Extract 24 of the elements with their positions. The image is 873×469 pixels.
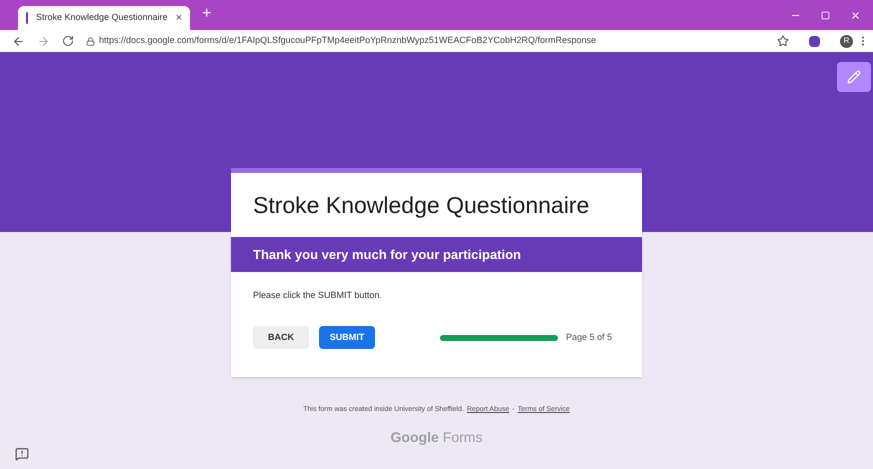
reload-icon[interactable]: [62, 35, 74, 47]
back-icon[interactable]: [12, 34, 25, 48]
tab-close[interactable]: ×: [176, 10, 182, 26]
pencil-icon: [847, 70, 861, 84]
form-title: Stroke Knowledge Questionnaire: [253, 190, 590, 220]
lock-icon: [86, 36, 95, 46]
instruction-text: Please click the SUBMIT button.: [253, 290, 382, 300]
extension-icon[interactable]: [809, 36, 820, 46]
close-icon[interactable]: [850, 10, 861, 20]
form-button[interactable]: BACK: [253, 326, 309, 349]
page-indicator: Page 5 of 5: [566, 330, 612, 344]
feedback-icon[interactable]: [15, 447, 29, 461]
logo-product: Forms: [442, 428, 482, 446]
section-title: Thank you very much for your participation: [253, 246, 521, 264]
bookmark-star-icon[interactable]: [777, 35, 789, 47]
tab-title: Stroke Knowledge Questionnaire: [36, 11, 168, 24]
logo-brand: Google: [390, 428, 439, 447]
browser-tab[interactable]: Stroke Knowledge Questionnaire ×: [18, 6, 190, 30]
address-bar-url[interactable]: https://docs.google.com/forms/d/e/1FAIpQLSfgucouPFpTMp4eeitPoYpRnznbWypz51WEACFoB2YCobH2RQ/formResponse: [99, 34, 765, 48]
edit-button[interactable]: [837, 62, 871, 92]
maximize-icon[interactable]: [821, 10, 830, 20]
form-button[interactable]: SUBMIT: [319, 326, 375, 349]
profile-avatar[interactable]: R: [840, 34, 853, 48]
new-tab-button[interactable]: +: [202, 2, 212, 26]
